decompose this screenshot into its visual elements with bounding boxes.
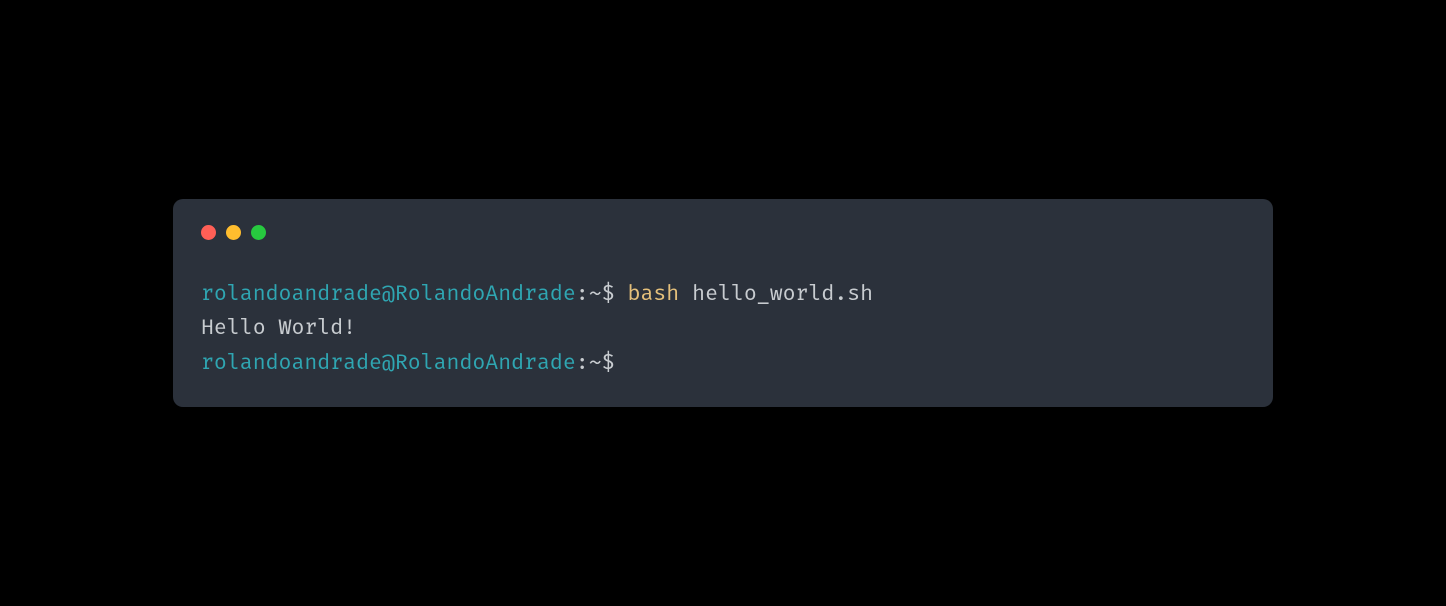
- command-argument: hello_world.sh: [692, 282, 873, 307]
- window-controls: [201, 225, 1245, 240]
- terminal-line: rolandoandrade@RolandoAndrade:~$ bash he…: [201, 278, 1245, 313]
- minimize-icon[interactable]: [226, 225, 241, 240]
- prompt-colon: :: [576, 282, 589, 307]
- prompt-user: rolandoandrade@RolandoAndrade: [201, 351, 576, 376]
- prompt-user: rolandoandrade@RolandoAndrade: [201, 282, 576, 307]
- prompt-symbol: $: [602, 282, 615, 307]
- terminal-output-line: Hello World!: [201, 312, 1245, 347]
- prompt-path: ~: [589, 282, 602, 307]
- prompt-symbol: $: [602, 351, 615, 376]
- terminal-line: rolandoandrade@RolandoAndrade:~$: [201, 347, 1245, 382]
- command-keyword: bash: [628, 282, 680, 307]
- terminal-body[interactable]: rolandoandrade@RolandoAndrade:~$ bash he…: [201, 278, 1245, 382]
- prompt-path: ~: [589, 351, 602, 376]
- prompt-colon: :: [576, 351, 589, 376]
- output-text: Hello World!: [201, 316, 356, 341]
- close-icon[interactable]: [201, 225, 216, 240]
- terminal-window[interactable]: rolandoandrade@RolandoAndrade:~$ bash he…: [173, 199, 1273, 408]
- maximize-icon[interactable]: [251, 225, 266, 240]
